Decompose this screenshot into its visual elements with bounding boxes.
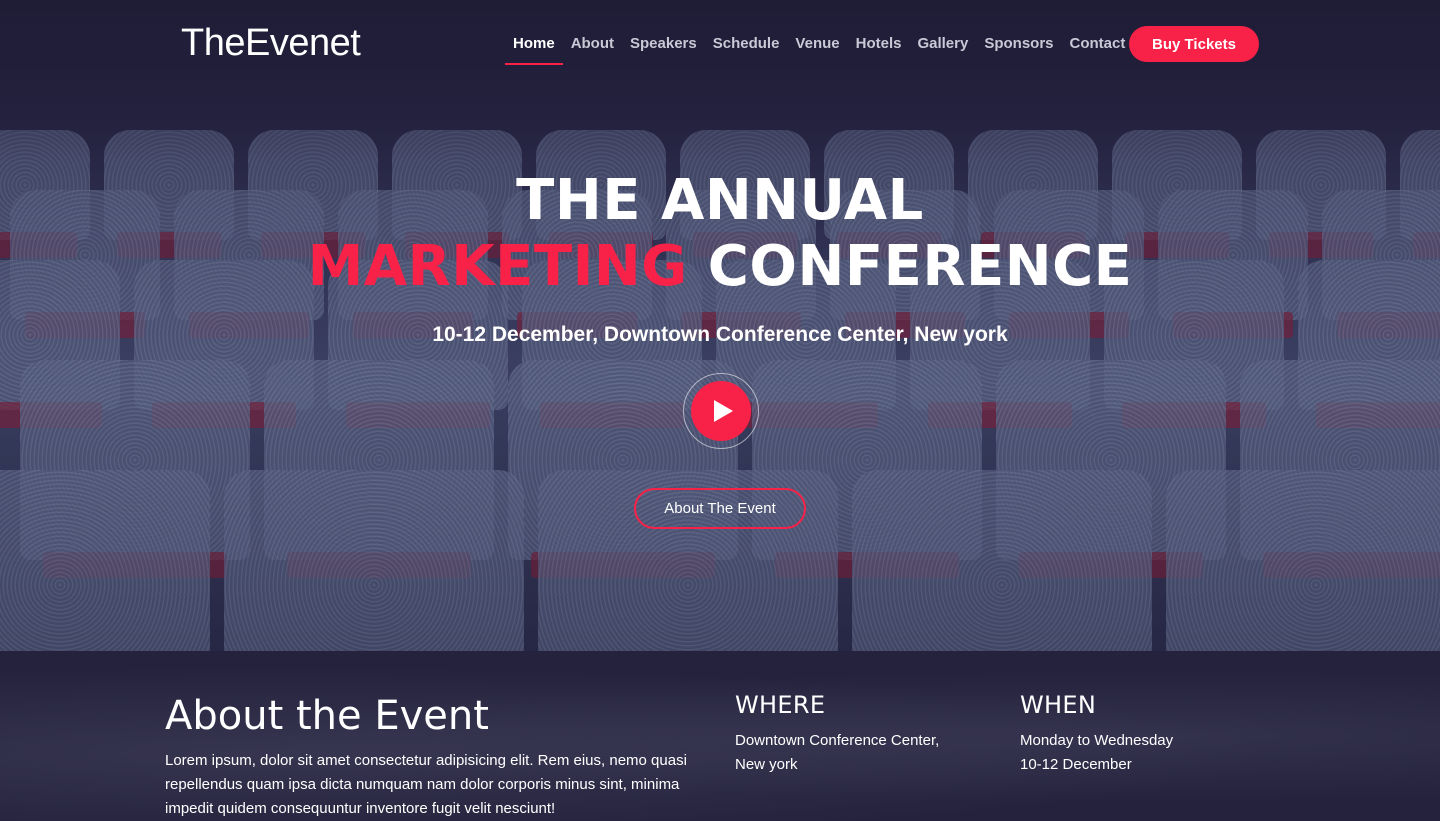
where-column: WHERE Downtown Conference Center, New yo… (735, 691, 965, 777)
nav-hotels[interactable]: Hotels (856, 26, 902, 62)
nav-sponsors[interactable]: Sponsors (984, 26, 1053, 62)
hero-title-accent: MARKETING (307, 234, 688, 299)
when-heading: WHEN (1020, 691, 1097, 719)
hero-title-rest: CONFERENCE (687, 234, 1133, 299)
site-logo[interactable]: TheEvenet (181, 22, 361, 65)
hero-title-line2: MARKETING CONFERENCE (0, 234, 1440, 299)
nav-about[interactable]: About (571, 26, 614, 62)
play-button-circle (691, 381, 751, 441)
nav-speakers[interactable]: Speakers (630, 26, 697, 62)
about-title: About the Event (165, 693, 489, 739)
when-line1: Monday to Wednesday (1020, 732, 1174, 749)
main-nav: Home About Speakers Schedule Venue Hotel… (505, 26, 1141, 65)
about-section: About the Event Lorem ipsum, dolor sit a… (0, 651, 1440, 821)
hero-title-line1: THE ANNUAL (516, 168, 924, 233)
where-heading: WHERE (735, 691, 826, 719)
nav-schedule[interactable]: Schedule (713, 26, 780, 62)
buy-tickets-button[interactable]: Buy Tickets (1129, 26, 1259, 62)
play-icon (714, 400, 733, 422)
nav-home[interactable]: Home (505, 26, 563, 65)
site-header: TheEvenet Home About Speakers Schedule V… (0, 0, 1440, 88)
where-text: Downtown Conference Center, New york (735, 732, 940, 773)
when-column: WHEN Monday to Wednesday 10-12 December (1020, 691, 1250, 777)
play-video-button[interactable] (683, 373, 759, 449)
about-description: Lorem ipsum, dolor sit amet consectetur … (165, 752, 687, 817)
about-event-button[interactable]: About The Event (634, 488, 806, 529)
nav-gallery[interactable]: Gallery (917, 26, 968, 62)
when-line2: 10-12 December (1020, 756, 1132, 773)
hero-subtitle: 10-12 December, Downtown Conference Cent… (432, 323, 1008, 346)
nav-venue[interactable]: Venue (795, 26, 839, 62)
nav-contact[interactable]: Contact (1070, 26, 1126, 62)
hero-section: TheEvenet Home About Speakers Schedule V… (0, 0, 1440, 651)
